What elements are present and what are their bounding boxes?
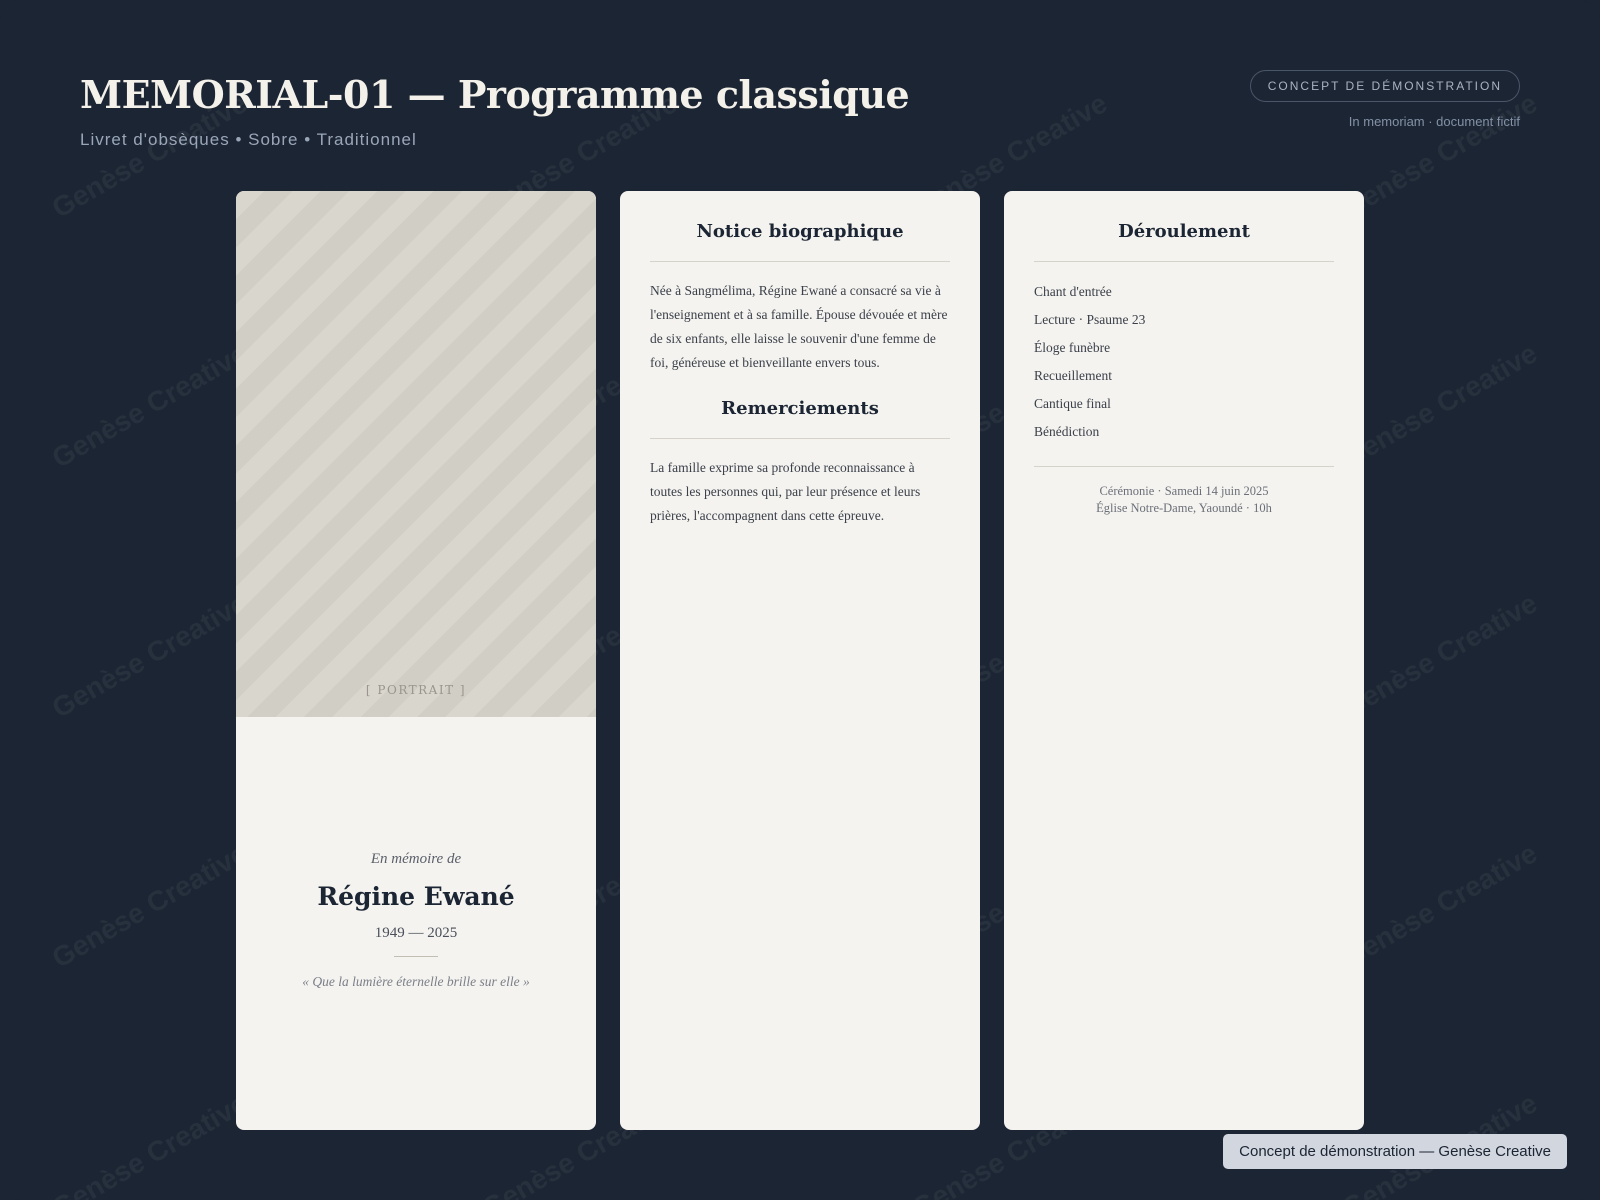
order-item: Lecture · Psaume 23 [1034,312,1146,327]
footer-badge: Concept de démonstration — Genèse Creati… [1223,1134,1567,1169]
ceremony-info: Cérémonie · Samedi 14 juin 2025 Église N… [1034,483,1334,517]
divider [1034,466,1334,467]
page-title: MEMORIAL-01 — Programme classique [80,72,910,117]
order-item: Cantique final [1034,396,1111,411]
watermark-text: Genèse Creative [1336,837,1543,974]
order-item: Recueillement [1034,368,1112,383]
ceremony-date: Cérémonie · Samedi 14 juin 2025 [1099,484,1269,498]
order-card: Déroulement Chant d'entrée Lecture · Psa… [1004,191,1364,1130]
divider [650,261,950,262]
badge-note: In memoriam · document fictif [1348,114,1520,129]
memorial-quote: « Que la lumière éternelle brille sur el… [302,974,530,989]
biography-text: Née à Sangmélima, Régine Ewané a consacr… [650,283,948,370]
page-subtitle: Livret d'obsèques • Sobre • Traditionnel [80,130,417,149]
portrait-placeholder [236,191,596,717]
watermark-text: Genèse Creative [46,837,253,974]
thanks-text: La famille exprime sa profonde reconnais… [650,460,921,523]
order-item: Chant d'entrée [1034,284,1112,299]
biography-card: Notice biographique Née à Sangmélima, Ré… [620,191,980,1130]
watermark-text: Genèse Creative [1336,337,1543,474]
divider [1034,261,1334,262]
watermark-text: Genèse Creative [46,587,253,724]
deceased-name: Régine Ewané [317,882,515,911]
in-memory-label: En mémoire de [370,851,462,867]
page-frame: Genèse Creative Genèse Creative Genèse Cre… [0,0,1600,1200]
order-item: Éloge funèbre [1034,340,1111,355]
demo-concept-badge: CONCEPT DE DÉMONSTRATION [1249,70,1520,102]
divider [394,956,438,957]
portrait-label: [ PORTRAIT ] [365,683,467,697]
watermark-text: Genèse Creative [46,1087,253,1200]
watermark-text: Genèse Creative [46,337,253,474]
order-title: Déroulement [1118,221,1250,242]
order-item: Bénédiction [1034,424,1100,439]
cover-card: [ PORTRAIT ] En mémoire de Régine Ewané … [236,191,596,1130]
order-list: Chant d'entrée Lecture · Psaume 23 Éloge… [1034,278,1334,446]
ceremony-place: Église Notre-Dame, Yaoundé · 10h [1096,501,1272,515]
life-years: 1949 — 2025 [374,925,458,941]
biography-title: Notice biographique [696,221,904,242]
cover-text: En mémoire de Régine Ewané 1949 — 2025 «… [236,851,596,990]
watermark-text: Genèse Creative [1336,587,1543,724]
watermark-text: Genèse Creative [1336,87,1543,224]
divider [650,438,950,439]
thanks-title: Remerciements [721,398,879,419]
